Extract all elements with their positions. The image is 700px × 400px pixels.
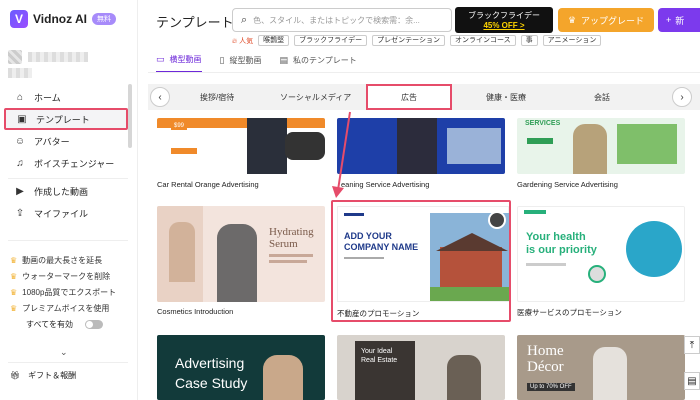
annotation-arrow: [332, 111, 351, 198]
